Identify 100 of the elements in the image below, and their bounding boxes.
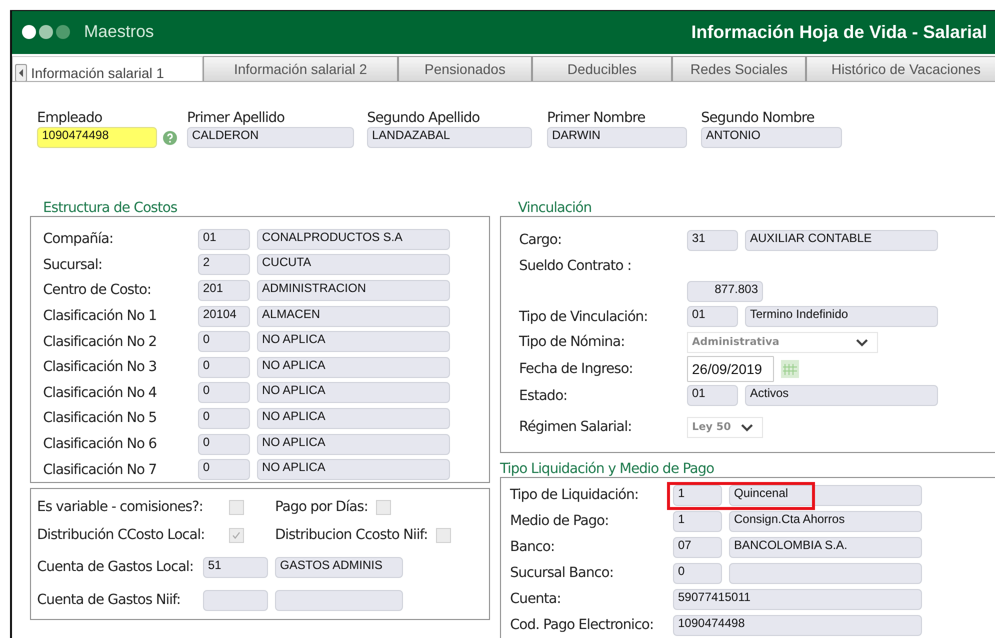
section-title: Tipo Liquidación y Medio de Pago [500,461,714,477]
code-field[interactable]: 31 [687,230,738,251]
code-field[interactable]: 01 [198,228,250,250]
checkbox[interactable] [436,528,451,543]
field-label: Primer Nombre [547,108,646,126]
code-field[interactable]: 0 [198,382,250,404]
code-field[interactable]: 0 [198,331,250,352]
description-field: NO APLICA [257,459,450,480]
code-field[interactable]: 07 [673,536,722,558]
tab[interactable]: Deducibles [532,56,672,80]
tab[interactable]: Información salarial 2 [203,56,398,80]
description-field: ADMINISTRACION [257,280,450,301]
field-label: Tipo de Liquidación: [510,487,640,503]
name-field[interactable]: CALDERON [187,126,354,148]
window-dots-icon [22,25,72,40]
description-field: NO APLICA [257,408,450,429]
value-field[interactable]: 1090474498 [673,614,922,636]
description-field: GASTOS ADMINIS [275,556,403,578]
checkbox-label: Pago por Días: [275,499,368,516]
name-field[interactable]: LANDAZABAL [367,126,532,148]
code-field[interactable]: 1 [673,510,722,532]
field-label: Régimen Salarial: [519,419,633,436]
checkbox[interactable] [229,500,244,515]
caret-icon [855,338,869,347]
dropdown[interactable]: Administrativa [687,332,878,353]
code-field[interactable]: 1 [673,484,722,506]
description-field: ALMACEN [257,306,450,327]
amount-field[interactable]: 877.803 [687,280,763,302]
field-label: Estado: [519,388,568,404]
tab[interactable]: Redes Sociales [672,56,806,80]
code-field[interactable]: 01 [687,385,738,406]
tab[interactable]: Pensionados [398,56,532,80]
field-label: Segundo Apellido [367,108,481,126]
code-field[interactable]: 201 [198,280,250,301]
field-label: Clasificación No 2 [43,334,158,350]
checkbox[interactable] [229,528,244,543]
checkbox[interactable] [376,500,391,515]
field-label: Segundo Nombre [701,108,816,126]
field-label: Banco: [510,539,556,555]
caret-icon [740,422,754,432]
field-label: Cuenta de Gastos Niif: [37,592,182,608]
description-field: NO APLICA [257,356,450,378]
field-label: Cod. Pago Electronico: [510,617,655,633]
description-field: BANCOLOMBIA S.A. [729,536,922,558]
checkbox-label: Distribución CCosto Local: [37,527,206,544]
tab[interactable]: Información salarial 1 [12,56,203,81]
code-field[interactable]: 0 [198,356,250,378]
dropdown[interactable]: Ley 50 [687,416,763,438]
field-label: Clasificación No 6 [43,436,158,452]
field-label: Clasificación No 4 [43,384,158,401]
code-field[interactable]: 0 [198,434,250,455]
code-field[interactable]: 0 [198,459,250,480]
code-field[interactable]: 0 [673,562,722,584]
description-field: NO APLICA [257,382,450,404]
field-label: Centro de Costo: [43,282,152,298]
field-label: Sucursal: [43,256,104,273]
checkbox-label: Distribucion Ccosto Niif: [275,527,428,544]
field-label: Clasificación No 1 [43,308,158,324]
description-field: Activos [745,385,938,406]
calendar-icon[interactable] [780,359,800,379]
code-field[interactable]: 01 [687,306,738,328]
window-title: Información Hoja de Vida - Salarial [691,22,987,43]
field-label: Clasificación No 5 [43,410,158,426]
help-icon[interactable] [163,130,177,144]
field-label: Sueldo Contrato : [519,258,632,274]
description-field: CUCUTA [257,254,450,276]
name-field[interactable]: DARWIN [547,126,687,148]
field-label: Medio de Pago: [510,513,610,529]
section-title: Vinculación [517,200,592,216]
code-field[interactable]: 2 [198,254,250,276]
checkbox-label: Es variable - comisiones?: [37,499,204,516]
description-field: NO APLICA [257,331,450,352]
app-name: Maestros [84,22,154,42]
description-field: Termino Indefinido [745,306,938,328]
description-field: AUXILIAR CONTABLE [745,230,938,251]
name-field[interactable]: ANTONIO [701,126,842,148]
employee-id-field[interactable]: 1090474498 [37,126,157,148]
code-field[interactable]: 0 [198,408,250,429]
description-field: NO APLICA [257,434,450,455]
field-label: Compañía: [43,231,114,248]
date-field[interactable]: 26/09/2019 [687,356,774,382]
field-label: Sucursal Banco: [510,565,614,581]
field-label: Empleado [37,108,104,126]
code-field[interactable]: 20104 [198,306,250,327]
field-label: Cargo: [519,232,562,248]
field-label: Fecha de Ingreso: [519,361,634,377]
field-label: Clasificación No 3 [43,359,158,376]
description-field: Quincenal [729,484,922,506]
description-field: Consign.Cta Ahorros [729,510,922,532]
section-title: Estructura de Costos [42,200,178,216]
value-field[interactable]: 59077415011 [673,588,922,610]
field-label: Clasificación No 7 [43,462,158,478]
code-field[interactable]: 51 [203,556,268,578]
code-field[interactable] [203,590,268,611]
field-label: Cuenta de Gastos Local: [37,559,194,576]
field-label: Tipo de Vinculación: [519,308,649,325]
scroll-left-icon[interactable] [15,64,27,81]
description-field: CONALPRODUCTOS S.A [257,228,450,250]
field-label: Primer Apellido [187,108,286,126]
tab[interactable]: Histórico de Vacaciones [806,56,995,80]
